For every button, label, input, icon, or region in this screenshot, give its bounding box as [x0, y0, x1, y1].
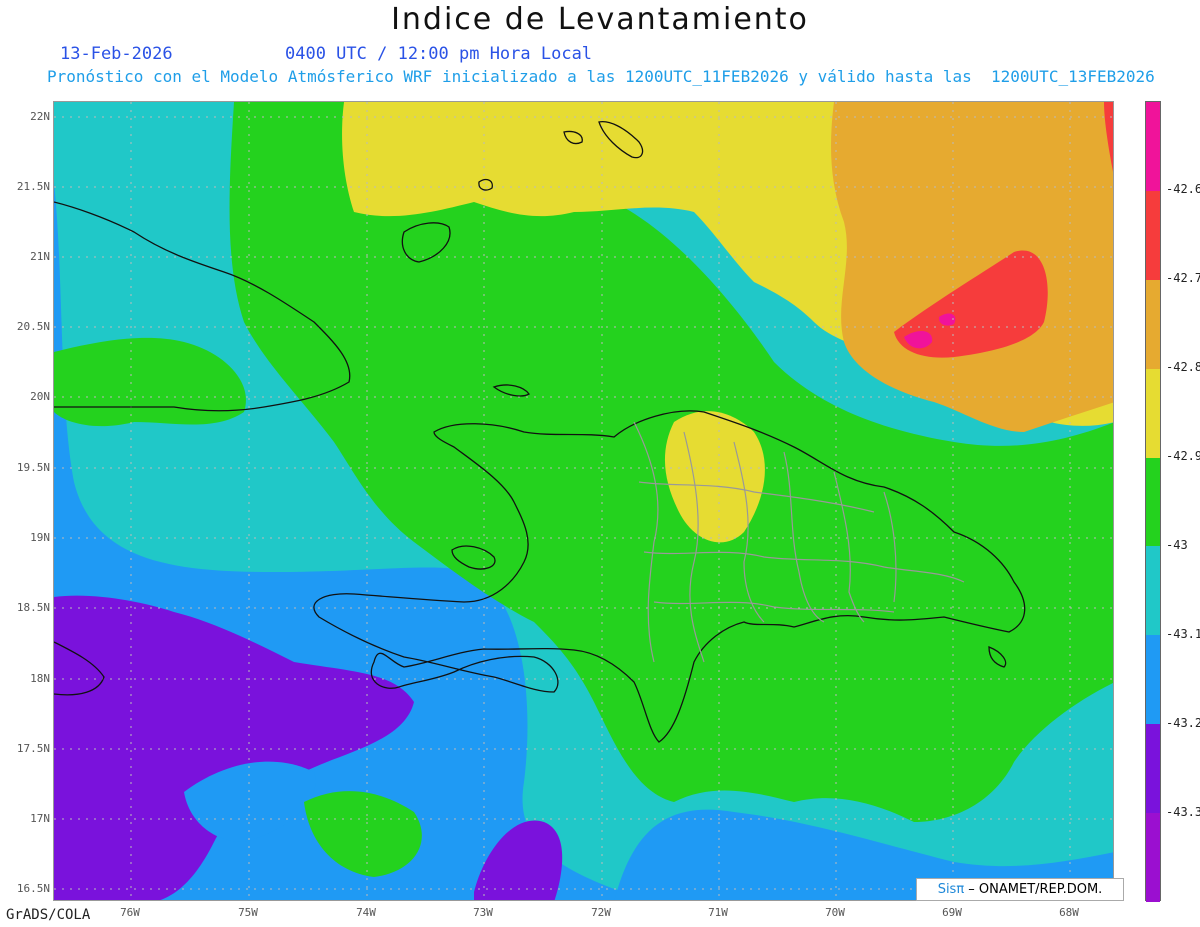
- model-description: Pronóstico con el Modelo Atmósferico WRF…: [47, 67, 1155, 86]
- colorbar-segment: [1146, 190, 1160, 280]
- lon-label: 70W: [825, 906, 845, 919]
- colorbar-label: -43: [1166, 538, 1188, 552]
- lon-label: 69W: [942, 906, 962, 919]
- colorbar-segment: [1146, 102, 1160, 191]
- forecast-time: 0400 UTC / 12:00 pm Hora Local: [285, 44, 593, 64]
- lifted-index-map: [53, 101, 1114, 901]
- lon-label: 75W: [238, 906, 258, 919]
- lon-label: 72W: [591, 906, 611, 919]
- software-credit: GrADS/COLA: [6, 907, 91, 923]
- lat-label: 16.5N: [16, 882, 50, 895]
- lat-label: 19N: [30, 531, 50, 544]
- colorbar-label: -43.3: [1166, 805, 1200, 819]
- lat-label: 18N: [30, 672, 50, 685]
- lat-label: 22N: [30, 110, 50, 123]
- lat-label: 17.5N: [16, 742, 50, 755]
- brand-org: – ONAMET/REP.DOM.: [964, 882, 1103, 897]
- forecast-date: 13-Feb-2026: [60, 44, 173, 64]
- lat-label: 20N: [30, 390, 50, 403]
- colorbar-segment: [1146, 457, 1160, 547]
- colorbar-segment: [1146, 813, 1160, 902]
- colorbar-label: -42.6: [1166, 182, 1200, 196]
- lon-label: 73W: [473, 906, 493, 919]
- lat-label: 17N: [30, 812, 50, 825]
- colorbar-segment: [1146, 368, 1160, 458]
- lon-label: 71W: [708, 906, 728, 919]
- colorbar-segment: [1146, 279, 1160, 369]
- colorbar-label: -42.7: [1166, 271, 1200, 285]
- colorbar-label: -43.1: [1166, 627, 1200, 641]
- colorbar-segment: [1146, 546, 1160, 636]
- colorbar-segment: [1146, 724, 1160, 814]
- colorbar-segment: [1146, 635, 1160, 725]
- lat-label: 21N: [30, 250, 50, 263]
- lon-label: 74W: [356, 906, 376, 919]
- colorbar-label: -43.2: [1166, 716, 1200, 730]
- lon-label: 76W: [120, 906, 140, 919]
- lat-label: 19.5N: [16, 461, 50, 474]
- lat-label: 21.5N: [16, 180, 50, 193]
- lon-label: 68W: [1059, 906, 1079, 919]
- brand-box: Sisπ – ONAMET/REP.DOM.: [916, 878, 1124, 901]
- lat-label: 20.5N: [16, 320, 50, 333]
- colorbar-label: -42.8: [1166, 360, 1200, 374]
- map-title: Indice de Levantamiento: [391, 2, 809, 37]
- brand-logo-text: Sisπ: [937, 882, 965, 897]
- lat-label: 18.5N: [16, 601, 50, 614]
- colorbar-label: -42.9: [1166, 449, 1200, 463]
- colorbar: [1145, 101, 1161, 902]
